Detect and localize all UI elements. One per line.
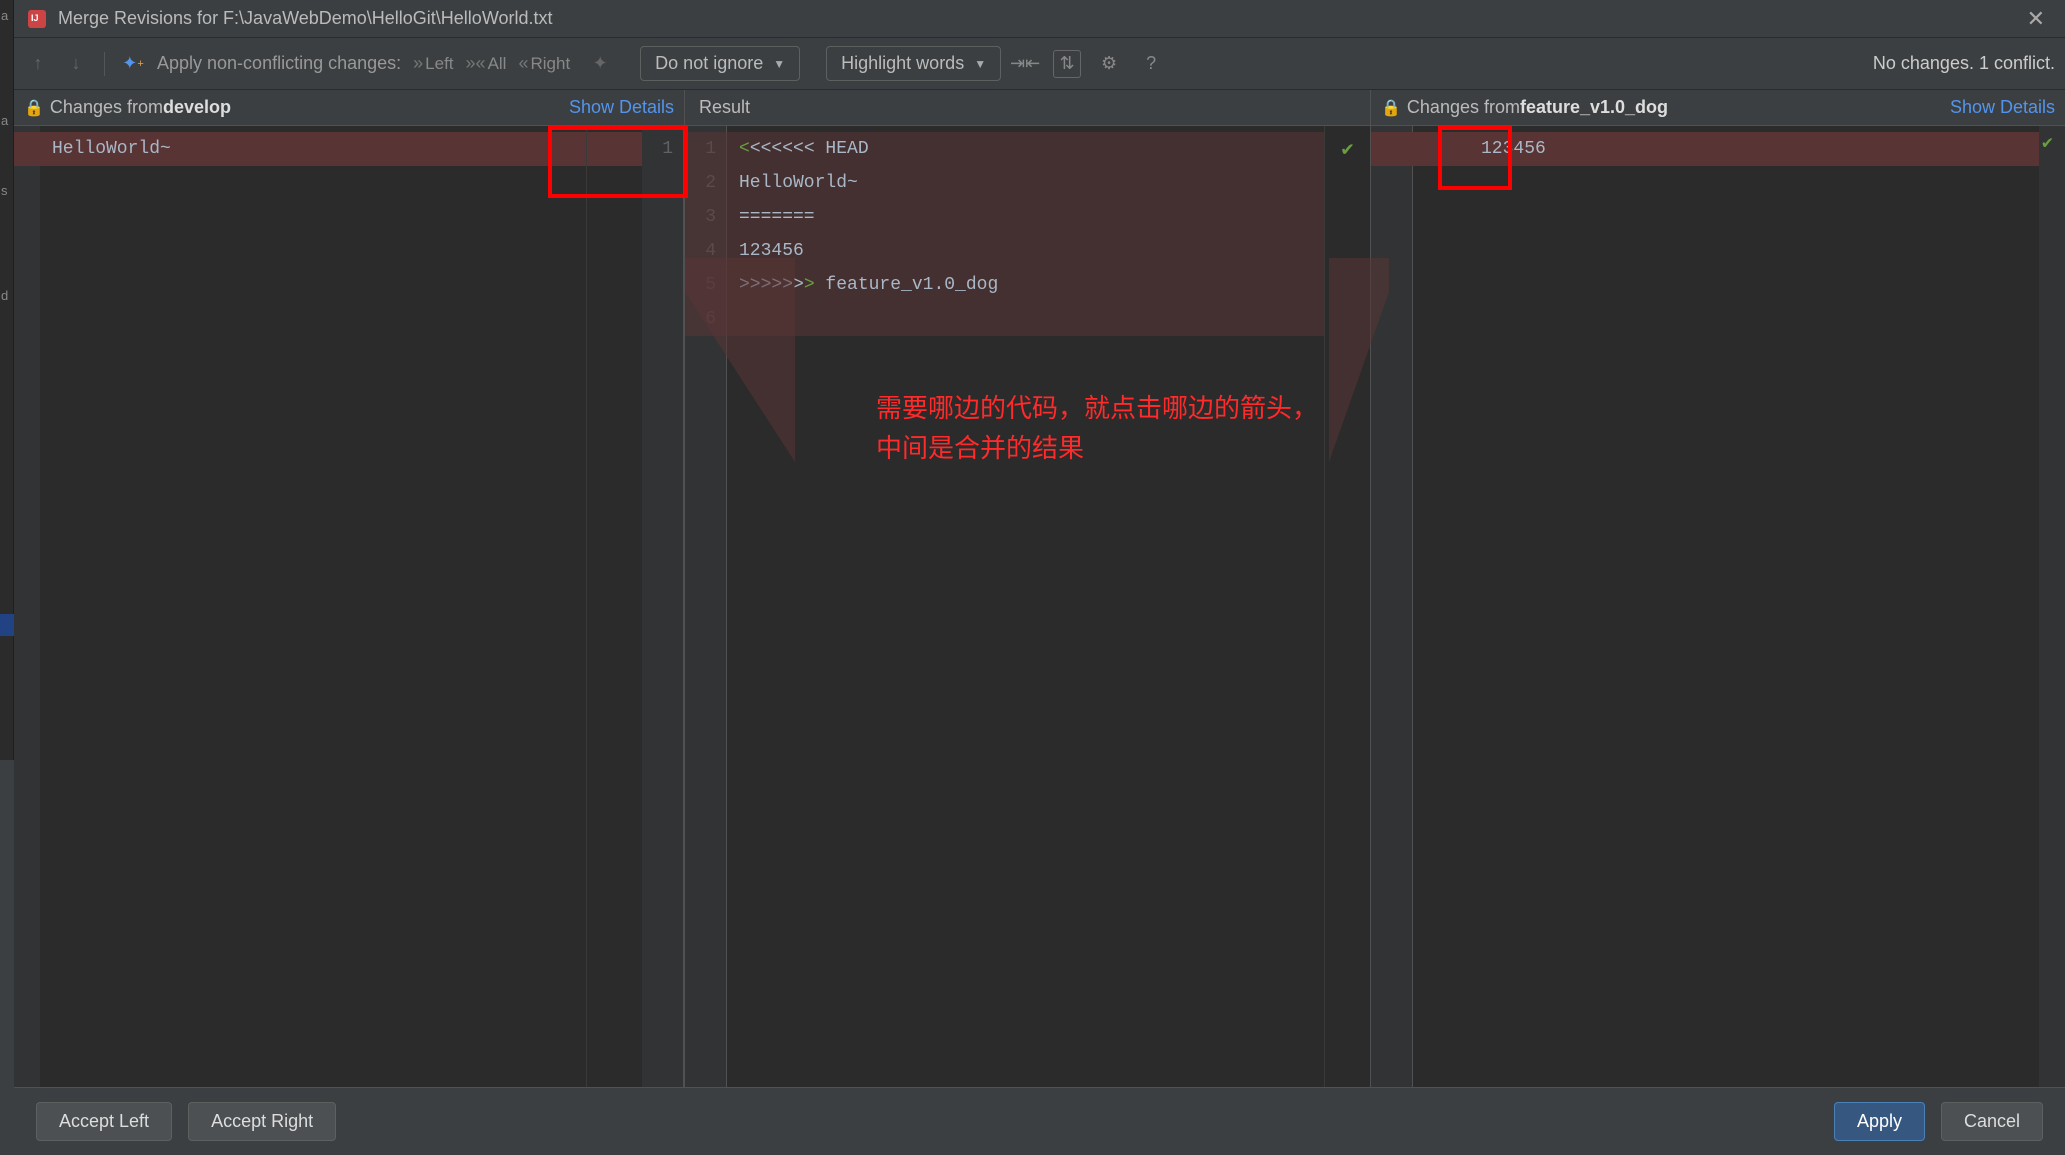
right-action-col: « ✕ bbox=[1413, 126, 1469, 1087]
code-line: HelloWorld~ bbox=[52, 132, 586, 166]
dropdown-arrow-icon: ▼ bbox=[974, 57, 986, 71]
chevron-right-icon: » bbox=[413, 53, 423, 74]
apply-all-label: All bbox=[488, 54, 507, 74]
right-pane: 1 « ✕ 123456 ✔ bbox=[1371, 126, 2065, 1087]
accept-left-button[interactable]: Accept Left bbox=[36, 1102, 172, 1141]
apply-label: Apply non-conflicting changes: bbox=[157, 53, 401, 74]
right-gutter: 1 bbox=[1371, 126, 1413, 1087]
center-gutter: 1 2 3 4 5 6 bbox=[685, 126, 727, 1087]
code-line: >>>>>>> feature_v1.0_dog>>>>>>> feature_… bbox=[739, 268, 1324, 302]
chevron-both-icon: »« bbox=[466, 53, 486, 74]
center-editor[interactable]: <<<<<<<< HEAD<<<<<< HEAD HelloWorld~ ===… bbox=[727, 126, 1324, 1087]
center-validation-col: ✔ bbox=[1324, 126, 1370, 1087]
highlight-dropdown-label: Highlight words bbox=[841, 53, 964, 74]
ignore-dropdown[interactable]: Do not ignore ▼ bbox=[640, 46, 800, 81]
gear-icon[interactable]: ⚙ bbox=[1095, 50, 1123, 78]
dropdown-arrow-icon: ▼ bbox=[773, 57, 785, 71]
strip-char bbox=[0, 245, 13, 280]
strip-char bbox=[0, 35, 13, 70]
left-show-details-link[interactable]: Show Details bbox=[569, 97, 674, 118]
strip-char bbox=[0, 210, 13, 245]
collapse-icon[interactable]: ⇥⇤ bbox=[1011, 50, 1039, 78]
center-header: Result bbox=[685, 90, 1371, 125]
result-label: Result bbox=[699, 97, 750, 118]
lock-icon: 🔒 bbox=[24, 98, 44, 118]
strip-highlight bbox=[0, 614, 14, 636]
magic-resolve-icon[interactable]: ✦ bbox=[586, 50, 614, 78]
strip-char bbox=[0, 70, 13, 105]
toolbar: ↑ ↓ ✦+ Apply non-conflicting changes: » … bbox=[14, 38, 2065, 90]
right-validation-col: ✔ bbox=[2039, 126, 2065, 1087]
apply-all-button[interactable]: »« All bbox=[466, 53, 507, 74]
apply-right-button[interactable]: « Right bbox=[518, 53, 570, 74]
left-validation-col: ✔ bbox=[14, 126, 40, 1087]
center-pane: 1 2 3 4 5 6 <<<<<<<< HEAD<<<<<< HEAD Hel… bbox=[685, 126, 1371, 1087]
ignore-dropdown-label: Do not ignore bbox=[655, 53, 763, 74]
right-header: 🔒 Changes from feature_v1.0_dog Show Det… bbox=[1371, 90, 2065, 125]
left-gutter: 1 bbox=[642, 126, 684, 1087]
separator bbox=[104, 52, 105, 76]
annotation-line: 中间是合并的结果 bbox=[876, 428, 1318, 468]
right-prefix: Changes from bbox=[1407, 97, 1520, 118]
cancel-button[interactable]: Cancel bbox=[1941, 1102, 2043, 1141]
conflict-highlight bbox=[14, 132, 56, 166]
code-line: 123456 bbox=[739, 234, 1324, 268]
left-header: 🔒 Changes from develop Show Details bbox=[14, 90, 685, 125]
left-editor[interactable]: HelloWorld~ bbox=[40, 126, 586, 1087]
code-line: ======= bbox=[739, 200, 1324, 234]
diff-panes: ✔ HelloWorld~ ✕ » 1 1 2 bbox=[14, 126, 2065, 1087]
conflict-highlight bbox=[587, 132, 642, 166]
right-branch: feature_v1.0_dog bbox=[1520, 97, 1668, 118]
footer: Accept Left Accept Right Apply Cancel bbox=[14, 1087, 2065, 1155]
prev-change-icon[interactable]: ↑ bbox=[24, 50, 52, 78]
strip-char: a bbox=[0, 105, 13, 140]
right-show-details-link[interactable]: Show Details bbox=[1950, 97, 2055, 118]
merge-dialog: Merge Revisions for F:\JavaWebDemo\Hello… bbox=[14, 0, 2065, 1155]
app-icon bbox=[28, 10, 46, 28]
sync-scroll-icon[interactable]: ⇅ bbox=[1053, 50, 1081, 78]
code-line: 123456 bbox=[1481, 132, 2039, 166]
titlebar: Merge Revisions for F:\JavaWebDemo\Hello… bbox=[14, 0, 2065, 38]
lock-icon: 🔒 bbox=[1381, 98, 1401, 118]
checkmark-icon: ✔ bbox=[1341, 136, 1353, 162]
annotation-text: 需要哪边的代码，就点击哪边的箭头， 中间是合并的结果 bbox=[876, 388, 1318, 468]
left-branch: develop bbox=[163, 97, 231, 118]
apply-left-button[interactable]: » Left bbox=[413, 53, 453, 74]
apply-left-label: Left bbox=[425, 54, 453, 74]
conflict-highlight bbox=[1371, 132, 1413, 166]
close-button[interactable]: ✕ bbox=[2021, 6, 2051, 32]
next-change-icon[interactable]: ↓ bbox=[62, 50, 90, 78]
checkmark-icon: ✔ bbox=[2039, 126, 2065, 160]
ide-sidebar-strip: a a s d bbox=[0, 0, 14, 760]
apply-button[interactable]: Apply bbox=[1834, 1102, 1925, 1141]
conflict-highlight bbox=[685, 132, 727, 336]
pane-headers: 🔒 Changes from develop Show Details Resu… bbox=[14, 90, 2065, 126]
chevron-left-icon: « bbox=[518, 53, 528, 74]
left-prefix: Changes from bbox=[50, 97, 163, 118]
strip-char: a bbox=[0, 0, 13, 35]
strip-char bbox=[0, 140, 13, 175]
code-line: HelloWorld~ bbox=[739, 166, 1324, 200]
line-number: 1 bbox=[642, 132, 673, 166]
conflict-highlight bbox=[1413, 132, 1469, 166]
annotation-line: 需要哪边的代码，就点击哪边的箭头， bbox=[876, 388, 1318, 428]
strip-char: s bbox=[0, 175, 13, 210]
highlight-dropdown[interactable]: Highlight words ▼ bbox=[826, 46, 1001, 81]
strip-char: d bbox=[0, 280, 13, 315]
right-editor[interactable]: 123456 bbox=[1469, 126, 2039, 1087]
left-action-col: ✕ » bbox=[586, 126, 642, 1087]
code-line bbox=[739, 302, 1324, 336]
status-text: No changes. 1 conflict. bbox=[1873, 53, 2055, 74]
apply-right-label: Right bbox=[530, 54, 570, 74]
code-line: <<<<<<<< HEAD<<<<<< HEAD bbox=[739, 132, 1324, 166]
magic-wand-icon[interactable]: ✦+ bbox=[119, 50, 147, 78]
left-pane: ✔ HelloWorld~ ✕ » 1 bbox=[14, 126, 685, 1087]
accept-right-button[interactable]: Accept Right bbox=[188, 1102, 336, 1141]
help-icon[interactable]: ? bbox=[1137, 50, 1165, 78]
dialog-title: Merge Revisions for F:\JavaWebDemo\Hello… bbox=[58, 8, 2021, 29]
